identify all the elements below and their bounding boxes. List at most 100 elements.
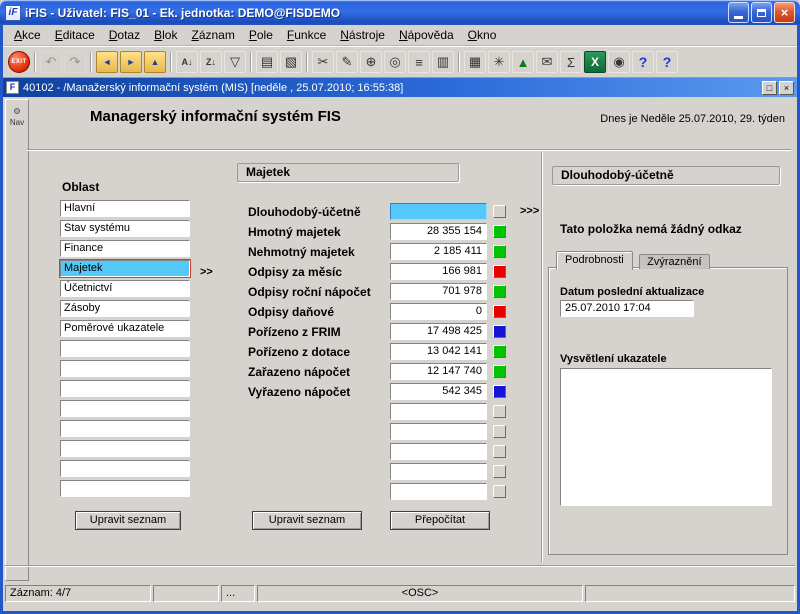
- tab-podrobnosti[interactable]: Podrobnosti: [556, 251, 633, 270]
- chart-icon[interactable]: ▲: [512, 51, 534, 73]
- sum-icon[interactable]: Σ: [560, 51, 582, 73]
- indicator-label: Vyřazeno nápočet: [248, 385, 390, 399]
- indicator-rows: Dlouhodobý-účetně Hmotný majetek 28 355 …: [248, 203, 528, 503]
- oblast-empty-field[interactable]: [60, 440, 190, 457]
- excel-export-icon[interactable]: X: [584, 51, 606, 73]
- menu-item[interactable]: Pole: [242, 26, 280, 44]
- oblast-empty-field[interactable]: [60, 380, 190, 397]
- menu-item[interactable]: Editace: [48, 26, 102, 44]
- mdi-close-button[interactable]: ×: [779, 81, 794, 95]
- status-square: [493, 365, 506, 378]
- exit-button[interactable]: EXIT: [8, 51, 30, 73]
- oblast-empty-field[interactable]: [60, 400, 190, 417]
- cut-icon[interactable]: ✂: [312, 51, 334, 73]
- print-icon[interactable]: ▤: [256, 51, 278, 73]
- indicator-value-field[interactable]: 12 147 740: [390, 363, 487, 380]
- indicator-label: Nehmotný majetek: [248, 245, 390, 259]
- mdi-titlebar[interactable]: F 40102 - /Manažerský informační systém …: [3, 78, 797, 97]
- titlebar[interactable]: iF iFIS - Uživatel: FIS_01 - Ek. jednotk…: [0, 0, 800, 25]
- menu-item[interactable]: Blok: [147, 26, 184, 44]
- toolbar-separator: [90, 52, 92, 72]
- oblast-item[interactable]: Finance: [60, 240, 190, 257]
- grid-icon[interactable]: ▦: [464, 51, 486, 73]
- indicator-value-field[interactable]: 701 978: [390, 283, 487, 300]
- indicator-value-field[interactable]: 0: [390, 303, 487, 320]
- oblast-item[interactable]: Hlavní: [60, 200, 190, 217]
- help-icon[interactable]: ?: [632, 51, 654, 73]
- oblast-empty-field[interactable]: [60, 460, 190, 477]
- favorites-icon[interactable]: ✳: [488, 51, 510, 73]
- nav-sidebar[interactable]: Nav: [5, 99, 29, 581]
- edit-oblast-list-button[interactable]: Upravit seznam: [75, 511, 181, 530]
- drilldown-arrow[interactable]: >>>: [520, 205, 539, 217]
- empty-value-field[interactable]: [390, 423, 487, 440]
- oblast-item[interactable]: Účetnictví: [60, 280, 190, 297]
- indicator-row: Dlouhodobý-účetně: [248, 203, 528, 220]
- menu-item[interactable]: Nástroje: [333, 26, 392, 44]
- indicator-row: Hmotný majetek 28 355 154: [248, 223, 528, 240]
- edit-icon[interactable]: ✎: [336, 51, 358, 73]
- tab-zvyrazneni[interactable]: Zvýraznění: [639, 254, 709, 269]
- indicator-value-field[interactable]: 17 498 425: [390, 323, 487, 340]
- empty-value-field[interactable]: [390, 463, 487, 480]
- search-icon[interactable]: ◎: [384, 51, 406, 73]
- oblast-empty-field[interactable]: [60, 480, 190, 497]
- oblast-item[interactable]: Majetek: [60, 260, 190, 277]
- empty-value-field[interactable]: [390, 443, 487, 460]
- folder-transfer-icon[interactable]: ▲: [144, 51, 166, 73]
- menu-item[interactable]: Dotaz: [102, 26, 147, 44]
- maximize-icon: [757, 9, 766, 17]
- oblast-empty-field[interactable]: [60, 360, 190, 377]
- indicator-value-field[interactable]: 28 355 154: [390, 223, 487, 240]
- menu-item[interactable]: Nápověda: [392, 26, 461, 44]
- folder-save-icon[interactable]: ►: [120, 51, 142, 73]
- maximize-button[interactable]: [751, 2, 772, 23]
- indicator-label: Odpisy daňové: [248, 305, 390, 319]
- edit-indicator-list-button[interactable]: Upravit seznam: [252, 511, 362, 530]
- detail-view-icon[interactable]: ▥: [432, 51, 454, 73]
- indicator-value-field[interactable]: 542 345: [390, 383, 487, 400]
- context-help-icon[interactable]: ?: [656, 51, 678, 73]
- filter-icon[interactable]: ▽: [224, 51, 246, 73]
- recalculate-button[interactable]: Přepočítat: [390, 511, 490, 530]
- indicator-value-field[interactable]: 13 042 141: [390, 343, 487, 360]
- app-icon[interactable]: iF: [5, 5, 21, 21]
- print-preview-icon[interactable]: ▧: [280, 51, 302, 73]
- oblast-list: Hlavní Stav systému Finance Majetek Účetnict…: [60, 200, 192, 500]
- zoom-in-icon[interactable]: ⊕: [360, 51, 382, 73]
- indicator-value-field[interactable]: 166 981: [390, 263, 487, 280]
- oblast-empty-field[interactable]: [60, 420, 190, 437]
- indicator-value-field[interactable]: 2 185 411: [390, 243, 487, 260]
- sort-desc-icon[interactable]: Z↓: [200, 51, 222, 73]
- menu-item[interactable]: Akce: [7, 26, 48, 44]
- folder-fetch-icon[interactable]: ◄: [96, 51, 118, 73]
- menu-item[interactable]: Záznam: [184, 26, 241, 44]
- menu-item[interactable]: Okno: [461, 26, 504, 44]
- status-square: [493, 425, 506, 438]
- indicator-label: Zařazeno nápočet: [248, 365, 390, 379]
- toolbar-separator: [170, 52, 172, 72]
- undo-icon[interactable]: ↶: [40, 51, 62, 73]
- oblast-item[interactable]: Poměrové ukazatele: [60, 320, 190, 337]
- mdi-restore-button[interactable]: □: [762, 81, 777, 95]
- list-view-icon[interactable]: ≡: [408, 51, 430, 73]
- detail-tabs: Podrobnosti Zvýraznění: [556, 250, 710, 270]
- sort-asc-icon[interactable]: A↓: [176, 51, 198, 73]
- status-square: [493, 325, 506, 338]
- mail-icon[interactable]: ✉: [536, 51, 558, 73]
- status-square: [493, 205, 506, 218]
- globe-icon[interactable]: ◉: [608, 51, 630, 73]
- indicator-value-field[interactable]: [390, 203, 487, 220]
- status-square: [493, 305, 506, 318]
- empty-value-field[interactable]: [390, 403, 487, 420]
- oblast-empty-field[interactable]: [60, 340, 190, 357]
- status-square: [493, 445, 506, 458]
- redo-icon[interactable]: ↷: [64, 51, 86, 73]
- menu-item[interactable]: Funkce: [280, 26, 333, 44]
- empty-value-field[interactable]: [390, 483, 487, 500]
- oblast-item[interactable]: Stav systému: [60, 220, 190, 237]
- oblast-item[interactable]: Zásoby: [60, 300, 190, 317]
- form-window-icon[interactable]: F: [6, 81, 19, 94]
- minimize-button[interactable]: [728, 2, 749, 23]
- close-button[interactable]: ×: [774, 2, 795, 23]
